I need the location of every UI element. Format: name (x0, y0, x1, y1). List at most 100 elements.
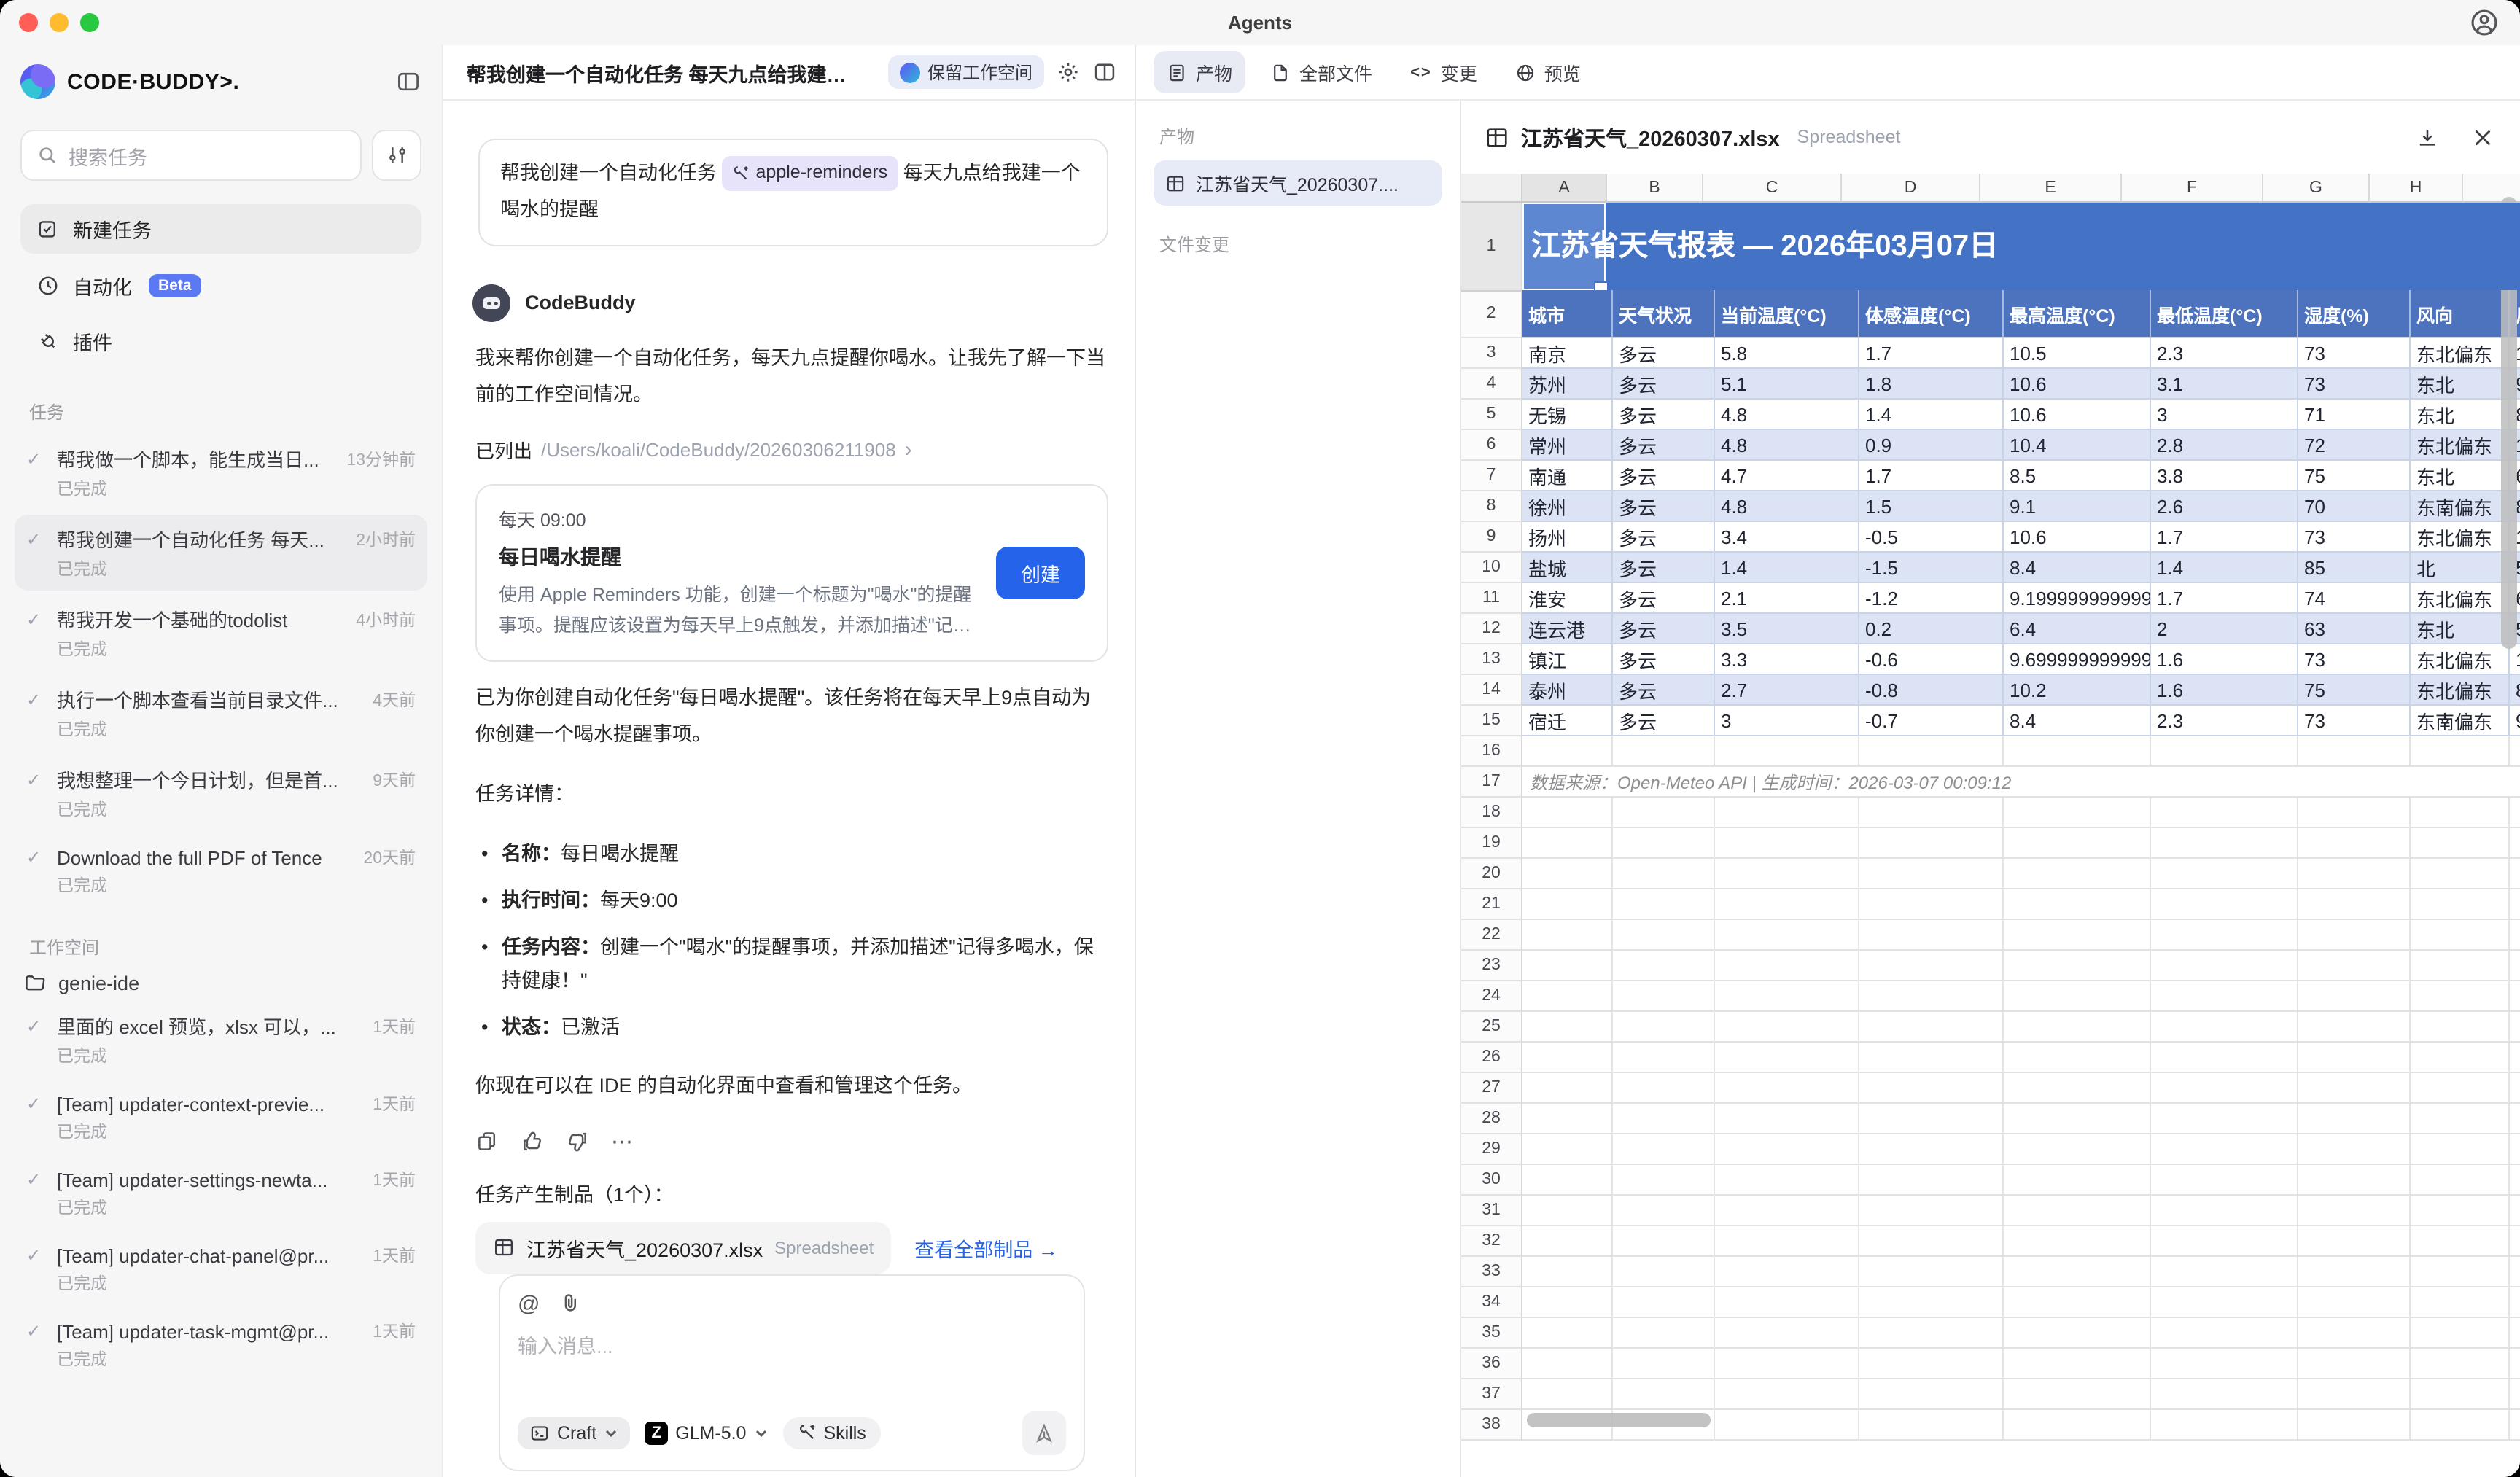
data-cell[interactable]: 3.8 (2151, 461, 2298, 491)
empty-cell[interactable] (2411, 1073, 2510, 1104)
data-cell[interactable]: 无锡 (1522, 400, 1613, 430)
mention-icon[interactable]: @ (518, 1292, 540, 1317)
empty-cell[interactable] (2004, 1165, 2151, 1196)
empty-cell[interactable] (2411, 920, 2510, 951)
chat-input-box[interactable]: @ 输入消息... Craft Z (499, 1274, 1085, 1471)
sidebar-task-item[interactable]: ✓Download the full PDF of Tence20天前已完成 (15, 835, 427, 907)
empty-cell[interactable] (1522, 1104, 1613, 1134)
data-cell[interactable]: 徐州 (1522, 491, 1613, 522)
empty-cell[interactable] (1522, 859, 1613, 889)
empty-cell[interactable] (1522, 951, 1613, 981)
data-cell[interactable]: 连云港 (1522, 614, 1613, 644)
empty-cell[interactable] (1859, 1226, 2004, 1257)
create-button[interactable]: 创建 (996, 547, 1085, 599)
empty-cell[interactable] (1613, 798, 1715, 828)
empty-cell[interactable] (2298, 736, 2411, 767)
data-cell[interactable]: 1.6 (2151, 644, 2298, 675)
keep-workspace-chip[interactable]: 保留工作空间 (888, 55, 1044, 89)
row-header-1[interactable]: 1 (1461, 203, 1522, 292)
row-header[interactable]: 11 (1461, 583, 1522, 614)
empty-cell[interactable] (1522, 1379, 1613, 1410)
empty-cell[interactable] (2151, 1134, 2298, 1165)
empty-cell[interactable] (2411, 1379, 2510, 1410)
empty-cell[interactable] (1522, 889, 1613, 920)
data-cell[interactable]: 4.8 (1715, 400, 1859, 430)
data-cell[interactable]: -1.2 (1859, 583, 2004, 614)
empty-cell[interactable] (2510, 1287, 2520, 1318)
data-cell[interactable]: 2.7 (1715, 675, 1859, 706)
sidebar-task-item[interactable]: ✓帮我做一个脚本，能生成当日...13分钟前已完成 (15, 434, 427, 510)
row-header[interactable]: 7 (1461, 461, 1522, 491)
sidebar-task-item[interactable]: ✓我想整理一个今日计划，但是首...9天前已完成 (15, 755, 427, 831)
data-cell[interactable]: 多云 (1613, 369, 1715, 400)
workspace-task-item[interactable]: ✓里面的 excel 预览，xlsx 可以，...1天前已完成 (15, 1002, 427, 1077)
data-cell[interactable]: 8.5 (2004, 461, 2151, 491)
column-header-D[interactable]: D (1842, 174, 1980, 203)
column-header-B[interactable]: B (1607, 174, 1703, 203)
row-header[interactable]: 18 (1461, 798, 1522, 828)
data-cell[interactable]: 4.8 (1715, 430, 1859, 461)
empty-cell[interactable] (2510, 1134, 2520, 1165)
empty-cell[interactable] (1522, 1257, 1613, 1287)
data-cell[interactable]: 70 (2298, 491, 2411, 522)
empty-cell[interactable] (1613, 828, 1715, 859)
empty-cell[interactable] (2298, 889, 2411, 920)
row-header[interactable]: 8 (1461, 491, 1522, 522)
data-cell[interactable]: 2.3 (2151, 706, 2298, 736)
empty-cell[interactable] (2151, 798, 2298, 828)
empty-cell[interactable] (2298, 1196, 2411, 1226)
craft-mode-selector[interactable]: Craft (518, 1417, 630, 1449)
empty-cell[interactable] (1613, 1226, 1715, 1257)
data-cell[interactable]: 11.6 (2510, 644, 2520, 675)
data-cell[interactable]: 多云 (1613, 338, 1715, 369)
empty-cell[interactable] (1715, 1257, 1859, 1287)
empty-cell[interactable] (2510, 1226, 2520, 1257)
empty-cell[interactable] (2510, 1318, 2520, 1349)
empty-cell[interactable] (1715, 828, 1859, 859)
row-header[interactable]: 30 (1461, 1165, 1522, 1196)
more-actions-icon[interactable]: ⋯ (611, 1129, 634, 1155)
data-cell[interactable]: 东北偏东 (2411, 583, 2510, 614)
data-cell[interactable]: 0.2 (1859, 614, 2004, 644)
empty-cell[interactable] (2298, 920, 2411, 951)
empty-cell[interactable] (1613, 736, 1715, 767)
data-cell[interactable]: 多云 (1613, 706, 1715, 736)
data-cell[interactable]: 8 (2510, 675, 2520, 706)
data-cell[interactable]: 东北偏东 (2411, 675, 2510, 706)
empty-cell[interactable] (1859, 1043, 2004, 1073)
data-cell[interactable]: 东北 (2411, 369, 2510, 400)
empty-cell[interactable] (2004, 889, 2151, 920)
empty-cell[interactable] (1613, 1349, 1715, 1379)
data-cell[interactable]: 71 (2298, 400, 2411, 430)
empty-cell[interactable] (1522, 1043, 1613, 1073)
empty-cell[interactable] (1859, 736, 2004, 767)
data-cell[interactable]: 1.6 (2151, 675, 2298, 706)
data-cell[interactable]: -0.5 (1859, 522, 2004, 553)
sidebar-item-automation[interactable]: 自动化 Beta (20, 262, 421, 309)
empty-cell[interactable] (2004, 1287, 2151, 1318)
data-cell[interactable]: 多云 (1613, 461, 1715, 491)
empty-cell[interactable] (2510, 1349, 2520, 1379)
table-header-cell[interactable]: 城市 (1522, 290, 1613, 338)
table-header-cell[interactable]: 最低温度(°C) (2151, 290, 2298, 338)
empty-cell[interactable] (1859, 1134, 2004, 1165)
data-cell[interactable]: 6.4 (2004, 614, 2151, 644)
empty-cell[interactable] (1859, 889, 2004, 920)
data-cell[interactable]: 东北 (2411, 400, 2510, 430)
empty-cell[interactable] (2411, 1196, 2510, 1226)
workspace-task-item[interactable]: ✓[Team] updater-chat-panel@pr...1天前已完成 (15, 1234, 427, 1305)
empty-cell[interactable] (2004, 1349, 2151, 1379)
tab-变更[interactable]: <>变更 (1397, 51, 1490, 93)
empty-cell[interactable] (2151, 1104, 2298, 1134)
data-cell[interactable]: 淮安 (1522, 583, 1613, 614)
artifact-file-chip[interactable]: 江苏省天气_20260307.xlsx Spreadsheet (475, 1222, 891, 1274)
empty-cell[interactable] (2298, 1165, 2411, 1196)
empty-cell[interactable] (2004, 736, 2151, 767)
data-cell[interactable]: 8.4 (2004, 553, 2151, 583)
data-cell[interactable]: 1.4 (1859, 400, 2004, 430)
data-cell[interactable]: 镇江 (1522, 644, 1613, 675)
empty-cell[interactable] (1859, 1165, 2004, 1196)
data-cell[interactable]: 5.8 (1715, 338, 1859, 369)
column-header-F[interactable]: F (2122, 174, 2263, 203)
data-cell[interactable]: 多云 (1613, 583, 1715, 614)
